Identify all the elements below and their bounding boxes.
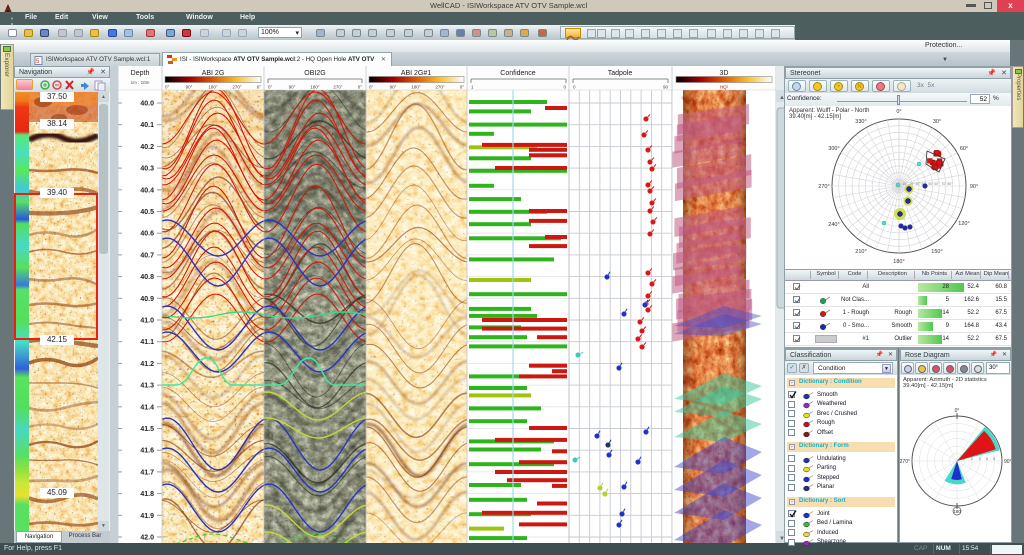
svg-text:3: 3: [979, 457, 981, 461]
svg-text:40.8: 40.8: [140, 274, 154, 281]
svg-text:ABI 2G: ABI 2G: [202, 70, 225, 77]
svg-text:41.4: 41.4: [140, 404, 154, 411]
svg-text:40.3: 40.3: [140, 166, 154, 173]
svg-text:41.2: 41.2: [140, 361, 154, 368]
svg-text:180: 180: [953, 509, 961, 514]
svg-text:270°: 270°: [818, 184, 829, 190]
svg-text:180°: 180°: [411, 85, 421, 90]
svg-text:0°: 0°: [165, 85, 170, 90]
svg-text:90°: 90°: [1004, 459, 1011, 465]
svg-text:180°: 180°: [893, 259, 904, 265]
svg-text:0°: 0°: [369, 85, 374, 90]
svg-text:120°: 120°: [958, 221, 969, 227]
svg-text:0°: 0°: [896, 109, 901, 115]
svg-text:40.1: 40.1: [140, 122, 154, 129]
svg-text:41.3: 41.3: [140, 383, 154, 390]
svg-text:270°: 270°: [900, 459, 910, 465]
svg-text:41.1: 41.1: [140, 339, 154, 346]
svg-text:270°: 270°: [232, 85, 242, 90]
svg-text:0°: 0°: [268, 85, 273, 90]
svg-text:330°: 330°: [855, 119, 866, 125]
svg-text:90°: 90°: [970, 184, 978, 190]
svg-text:80°: 80°: [947, 182, 953, 186]
svg-text:41.5: 41.5: [140, 426, 154, 433]
svg-text:41.6: 41.6: [140, 448, 154, 455]
svg-text:1m : 10m: 1m : 10m: [131, 80, 150, 85]
svg-text:1: 1: [963, 457, 965, 461]
svg-text:60°: 60°: [934, 182, 940, 186]
svg-text:4: 4: [986, 457, 988, 461]
svg-text:40.2: 40.2: [140, 144, 154, 151]
svg-text:40.4: 40.4: [140, 187, 154, 194]
svg-text:90°: 90°: [390, 85, 397, 90]
svg-text:41.0: 41.0: [140, 318, 154, 325]
svg-text:90: 90: [663, 85, 669, 90]
svg-text:90°: 90°: [289, 85, 296, 90]
svg-text:180°: 180°: [208, 85, 218, 90]
svg-text:Tadpole: Tadpole: [608, 70, 633, 77]
svg-text:240°: 240°: [828, 222, 839, 228]
svg-text:3D: 3D: [720, 70, 729, 77]
svg-text:270°: 270°: [435, 85, 445, 90]
svg-text:41.7: 41.7: [140, 469, 154, 476]
svg-text:40.6: 40.6: [140, 231, 154, 238]
svg-text:40.7: 40.7: [140, 252, 154, 259]
svg-text:0°: 0°: [257, 85, 262, 90]
svg-text:90°: 90°: [186, 85, 193, 90]
svg-text:0°: 0°: [460, 85, 465, 90]
svg-text:0°: 0°: [955, 408, 960, 414]
svg-text:40.9: 40.9: [140, 296, 154, 303]
svg-text:41.8: 41.8: [140, 491, 154, 498]
svg-text:40.0: 40.0: [140, 101, 154, 108]
svg-text:60°: 60°: [960, 146, 968, 152]
svg-text:5: 5: [993, 457, 995, 461]
svg-text:210°: 210°: [855, 249, 866, 255]
svg-text:40.5: 40.5: [140, 209, 154, 216]
svg-text:Confidence: Confidence: [500, 70, 536, 77]
svg-text:41.9: 41.9: [140, 513, 154, 520]
svg-text:150°: 150°: [931, 249, 942, 255]
svg-text:Depth: Depth: [131, 70, 150, 77]
svg-text:30°: 30°: [933, 119, 941, 125]
svg-text:HQ¹: HQ¹: [720, 85, 729, 90]
svg-text:ABI 2G#1: ABI 2G#1: [401, 70, 431, 77]
svg-text:42.0: 42.0: [140, 535, 154, 542]
svg-text:0°: 0°: [358, 85, 363, 90]
svg-text:OBI2G: OBI2G: [304, 70, 325, 77]
svg-text:2: 2: [971, 457, 973, 461]
svg-text:300°: 300°: [828, 146, 839, 152]
svg-text:180°: 180°: [310, 85, 320, 90]
svg-text:270°: 270°: [333, 85, 343, 90]
